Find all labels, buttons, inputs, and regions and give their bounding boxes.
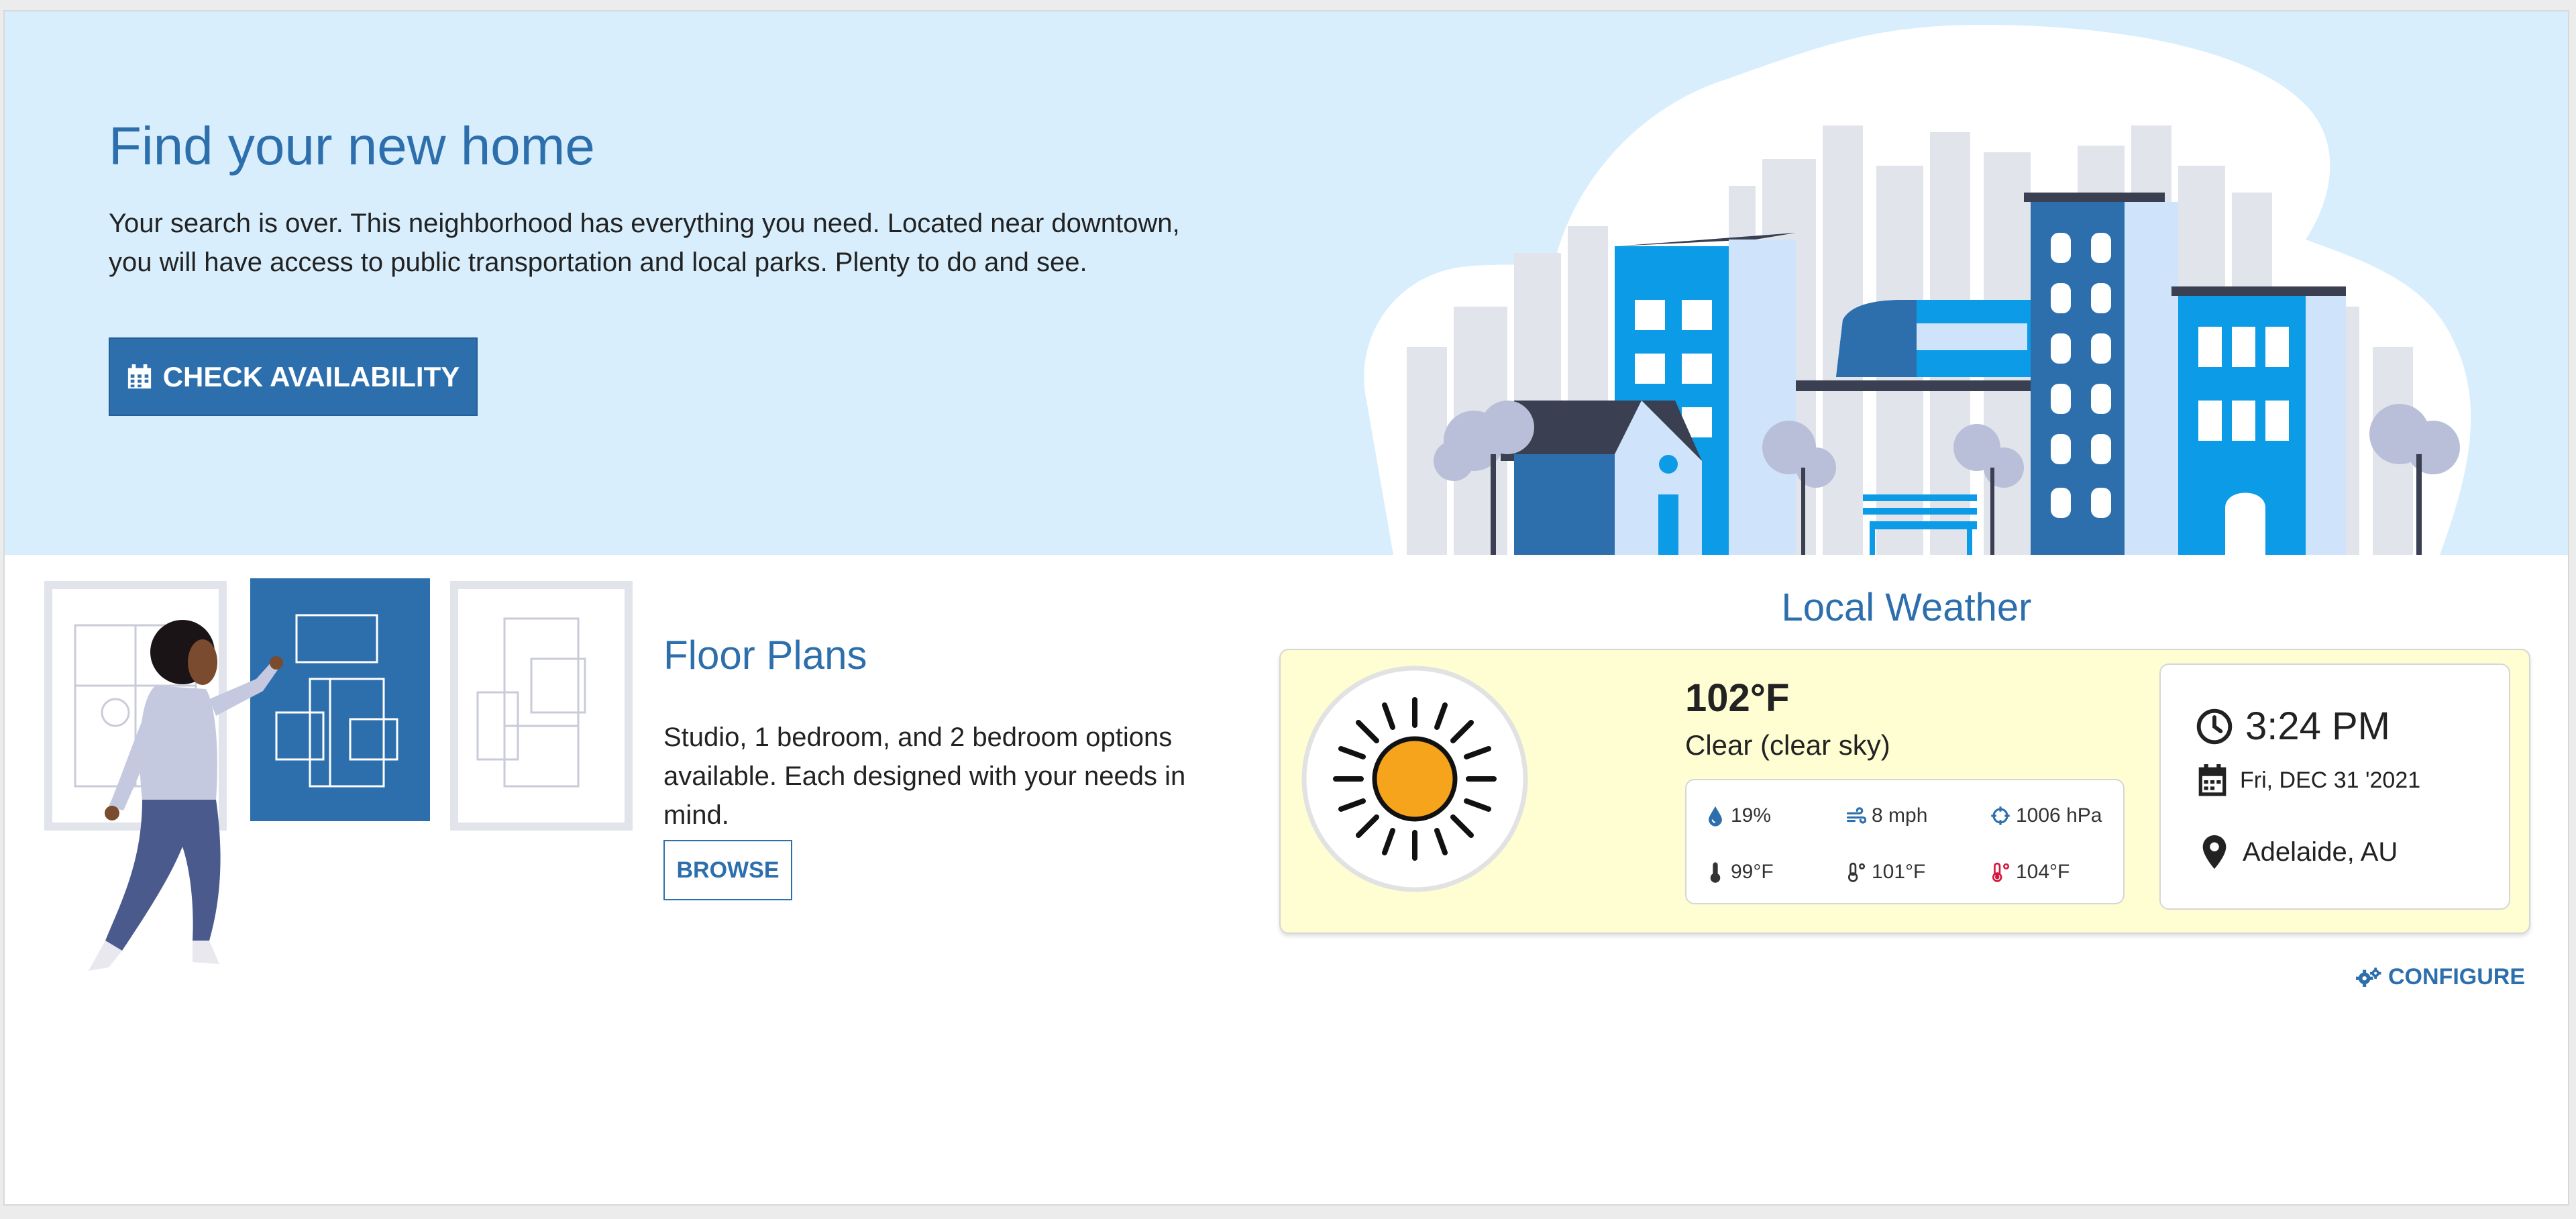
- min-temp-value: 99°F: [1731, 861, 1774, 883]
- browse-button[interactable]: BROWSE: [663, 840, 792, 900]
- thermometer-outline-icon: [1847, 862, 1866, 882]
- feels-like-value: 101°F: [1872, 861, 1926, 883]
- wind-icon: [1846, 807, 1866, 824]
- weather-card: 102°F Clear (clear sky) 19% 8 mph 1006 h…: [1279, 649, 2530, 934]
- check-availability-button[interactable]: CHECK AVAILABILITY: [109, 337, 478, 416]
- configure-link[interactable]: CONFIGURE: [2356, 964, 2525, 990]
- hero-description: Your search is over. This neighborhood h…: [109, 209, 1180, 277]
- pressure-value: 1006 hPa: [2016, 804, 2102, 827]
- min-temp-detail: 99°F: [1705, 861, 1774, 884]
- location-value: Adelaide, AU: [2243, 837, 2398, 867]
- droplet-icon: [1709, 806, 1722, 827]
- time-location-panel: 3:24 PM Fri, DEC 31 '2021 Adelaide, AU: [2159, 664, 2510, 910]
- floor-plans-title: Floor Plans: [663, 633, 867, 678]
- feels-like-detail: 101°F: [1846, 861, 1925, 884]
- floor-plans-description: Studio, 1 bedroom, and 2 bedroom options…: [663, 723, 1186, 830]
- hero-banner: Find your new home Your search is over. …: [5, 11, 2568, 555]
- current-date: Fri, DEC 31 '2021: [2198, 763, 2420, 797]
- humidity-detail: 19%: [1705, 804, 1771, 827]
- gears-icon: [2356, 967, 2381, 987]
- date-value: Fri, DEC 31 '2021: [2240, 767, 2421, 793]
- humidity-value: 19%: [1731, 804, 1772, 827]
- current-time: 3:24 PM: [2196, 704, 2390, 749]
- sun-icon: [1301, 666, 1528, 892]
- clock-icon: [2196, 708, 2233, 744]
- hero-title: Find your new home: [109, 116, 595, 176]
- weather-condition: Clear (clear sky): [1685, 729, 1890, 761]
- map-pin-icon: [2202, 835, 2226, 869]
- configure-label: CONFIGURE: [2388, 964, 2525, 990]
- max-temp-detail: 104°F: [1990, 861, 2070, 884]
- wind-value: 8 mph: [1872, 804, 1928, 827]
- crosshair-icon: [1991, 806, 2010, 825]
- weather-heading: Local Weather: [1781, 586, 2032, 629]
- time-value: 3:24 PM: [2245, 704, 2390, 748]
- page-frame: Find your new home Your search is over. …: [3, 10, 2569, 1206]
- thermometer-icon: [1710, 862, 1721, 883]
- pressure-detail: 1006 hPa: [1990, 804, 2102, 827]
- wind-detail: 8 mph: [1846, 804, 1927, 827]
- floor-plans-illustration: [44, 578, 633, 971]
- location: Adelaide, AU: [2201, 834, 2398, 870]
- calendar-icon: [2198, 764, 2226, 796]
- check-availability-label: CHECK AVAILABILITY: [162, 360, 460, 392]
- weather-details: 19% 8 mph 1006 hPa 99°F 101°F 104°F: [1685, 779, 2125, 904]
- thermometer-hot-icon: [1992, 862, 2010, 882]
- max-temp-value: 104°F: [2016, 861, 2070, 883]
- temperature: 102°F: [1685, 676, 1790, 720]
- calendar-icon: [127, 364, 151, 388]
- city-illustration: [1364, 25, 2471, 555]
